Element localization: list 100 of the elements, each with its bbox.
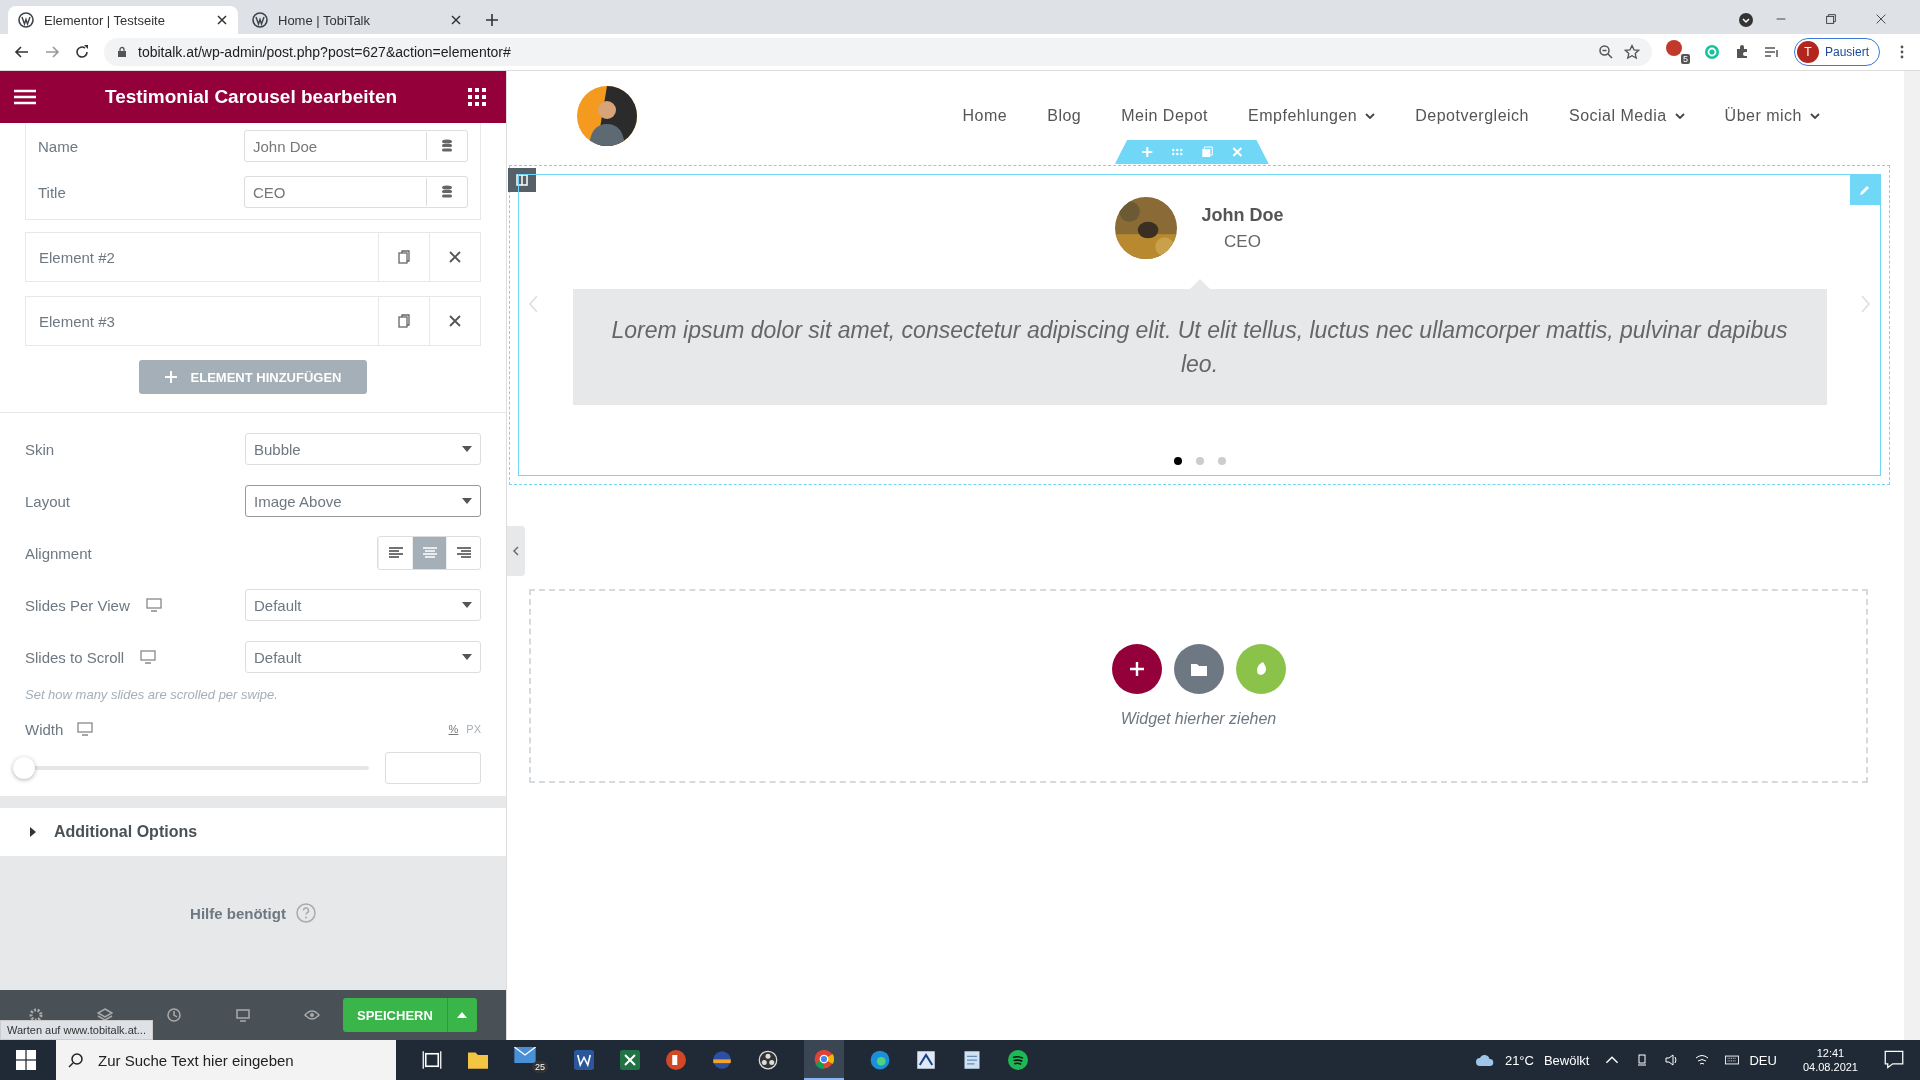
language-indicator[interactable]: DEU — [1749, 1052, 1777, 1068]
save-options-button[interactable] — [446, 998, 477, 1032]
drag-handle-icon[interactable] — [1170, 146, 1183, 158]
excel-app-icon[interactable] — [620, 1050, 640, 1070]
chrome-app-icon[interactable] — [814, 1049, 834, 1069]
wifi-icon[interactable] — [1695, 1054, 1710, 1066]
caret-icon — [462, 446, 472, 452]
chevron-up-icon[interactable] — [1605, 1054, 1620, 1066]
nav-link[interactable]: Mein Depot — [1121, 107, 1209, 125]
star-icon[interactable] — [1623, 44, 1640, 60]
close-icon[interactable] — [450, 14, 462, 26]
text-field[interactable]: CEO — [244, 176, 468, 208]
word-app-icon[interactable] — [574, 1050, 594, 1070]
tab-search-icon[interactable] — [1738, 12, 1754, 28]
pagination-dot[interactable] — [1217, 457, 1226, 465]
notepad-app-icon[interactable] — [962, 1050, 982, 1070]
align-right-icon — [456, 547, 471, 559]
help-link[interactable]: Hilfe benötigt — [190, 904, 286, 922]
add-section-button[interactable] — [1111, 644, 1162, 694]
nav-link[interactable]: Social Media — [1569, 107, 1685, 125]
field-label: Name — [38, 137, 79, 155]
close-icon[interactable] — [216, 14, 228, 26]
template-button[interactable] — [1173, 644, 1224, 694]
testimonial-title: CEO — [1224, 231, 1261, 252]
drop-hint: Widget hierher ziehen — [1120, 710, 1277, 728]
plus-icon — [164, 371, 177, 383]
nav-link[interactable]: Blog — [1047, 107, 1082, 125]
browser-tab[interactable]: Home | TobiTalk — [242, 6, 472, 34]
app-icon[interactable] — [712, 1050, 732, 1070]
weather-text: Bewölkt — [1543, 1052, 1590, 1068]
slider-thumb[interactable] — [13, 757, 35, 779]
repeater-item[interactable]: Element #3 — [25, 296, 481, 346]
spotify-app-icon[interactable] — [1008, 1050, 1028, 1070]
chevron-down-icon — [1365, 113, 1376, 119]
playlist-icon[interactable] — [1763, 44, 1780, 60]
pagination-dot[interactable] — [1173, 457, 1182, 465]
hint-text: Set how many slides are scrolled per swipe. — [25, 687, 279, 702]
testimonial-text: Lorem ipsum dolor sit amet, consectetur adipiscing elit. Ut elit tellus, luctus nec ullamcorper mattis, pulvinar dapibus leo. — [611, 317, 1788, 377]
settings-icon[interactable] — [28, 1007, 44, 1023]
unit-option[interactable]: % — [448, 723, 459, 735]
scrollbar[interactable] — [1904, 71, 1920, 1040]
column-handle[interactable] — [508, 168, 536, 192]
volume-icon[interactable] — [1665, 1054, 1680, 1066]
status-text: Warten auf www.tobitalk.at... — [0, 1020, 153, 1040]
select-field[interactable]: Default — [245, 641, 481, 673]
keyboard-icon[interactable] — [1725, 1054, 1740, 1066]
app-icon[interactable] — [916, 1050, 936, 1070]
close-icon — [447, 313, 463, 329]
layers-icon[interactable] — [97, 1007, 113, 1023]
clock-date[interactable]: 04.08.2021 — [1802, 1061, 1858, 1073]
expand-icon — [30, 827, 36, 837]
slider-track[interactable] — [13, 755, 369, 781]
notification-icon[interactable] — [1884, 1050, 1904, 1070]
nav-link[interactable]: Depotvergleich — [1415, 107, 1529, 125]
nav-link[interactable]: Home — [962, 107, 1008, 125]
setting-label: Skin — [25, 440, 55, 458]
number-field[interactable] — [385, 752, 481, 784]
forward-icon[interactable] — [44, 44, 60, 60]
select-field[interactable]: Bubble — [245, 433, 481, 465]
back-icon[interactable] — [14, 44, 30, 60]
chevron-left-icon — [511, 546, 521, 556]
nav-link[interactable]: Empfehlungen — [1248, 107, 1376, 125]
clock-time[interactable]: 12:41 — [1816, 1047, 1845, 1059]
chevron-down-icon — [1810, 113, 1820, 119]
menu-icon[interactable] — [14, 88, 36, 106]
powerpoint-app-icon[interactable] — [666, 1050, 686, 1070]
grid-icon[interactable] — [466, 88, 488, 106]
caret-icon — [457, 1010, 468, 1020]
setting-label: Layout — [25, 492, 71, 510]
align-center-icon — [422, 547, 437, 559]
history-icon[interactable] — [166, 1007, 182, 1023]
setting-label: Alignment — [25, 544, 92, 562]
pagination-dot[interactable] — [1195, 457, 1204, 465]
repeater-item[interactable]: Element #2 — [25, 232, 481, 282]
taskbar-search-field[interactable]: Zur Suche Text hier eingeben — [56, 1040, 396, 1080]
lock-icon — [116, 46, 128, 58]
eye-icon[interactable] — [304, 1007, 320, 1023]
edge-app-icon[interactable] — [870, 1050, 890, 1070]
reload-icon[interactable] — [74, 44, 90, 60]
select-field[interactable]: Default — [245, 589, 481, 621]
caret-icon — [462, 498, 472, 504]
address-bar[interactable]: tobitalk.at/wp-admin/post.php?post=627&action=elementor# — [104, 38, 1652, 66]
select-field[interactable]: Image Above — [245, 485, 481, 517]
search-icon — [68, 1052, 84, 1068]
text-field[interactable]: John Doe — [244, 130, 468, 162]
setting-label: Slides to Scroll — [25, 648, 125, 666]
folder-icon[interactable] — [468, 1050, 488, 1070]
close-icon — [447, 249, 463, 265]
responsive-icon[interactable] — [235, 1007, 251, 1023]
task-view-icon[interactable] — [422, 1050, 442, 1070]
alignment-control[interactable] — [377, 536, 481, 570]
section-header[interactable]: Additional Options — [0, 808, 506, 856]
caret-icon — [462, 654, 472, 660]
temperature-text: 21°C — [1504, 1052, 1534, 1068]
browser-tab[interactable]: Elementor | Testseite — [8, 6, 238, 34]
nav-link[interactable]: Über mich — [1724, 107, 1820, 125]
windows-start-icon[interactable] — [16, 1050, 36, 1070]
zoom-icon[interactable] — [1597, 44, 1614, 60]
new-tab-icon[interactable] — [484, 12, 500, 28]
chevron-down-icon — [1674, 113, 1685, 119]
